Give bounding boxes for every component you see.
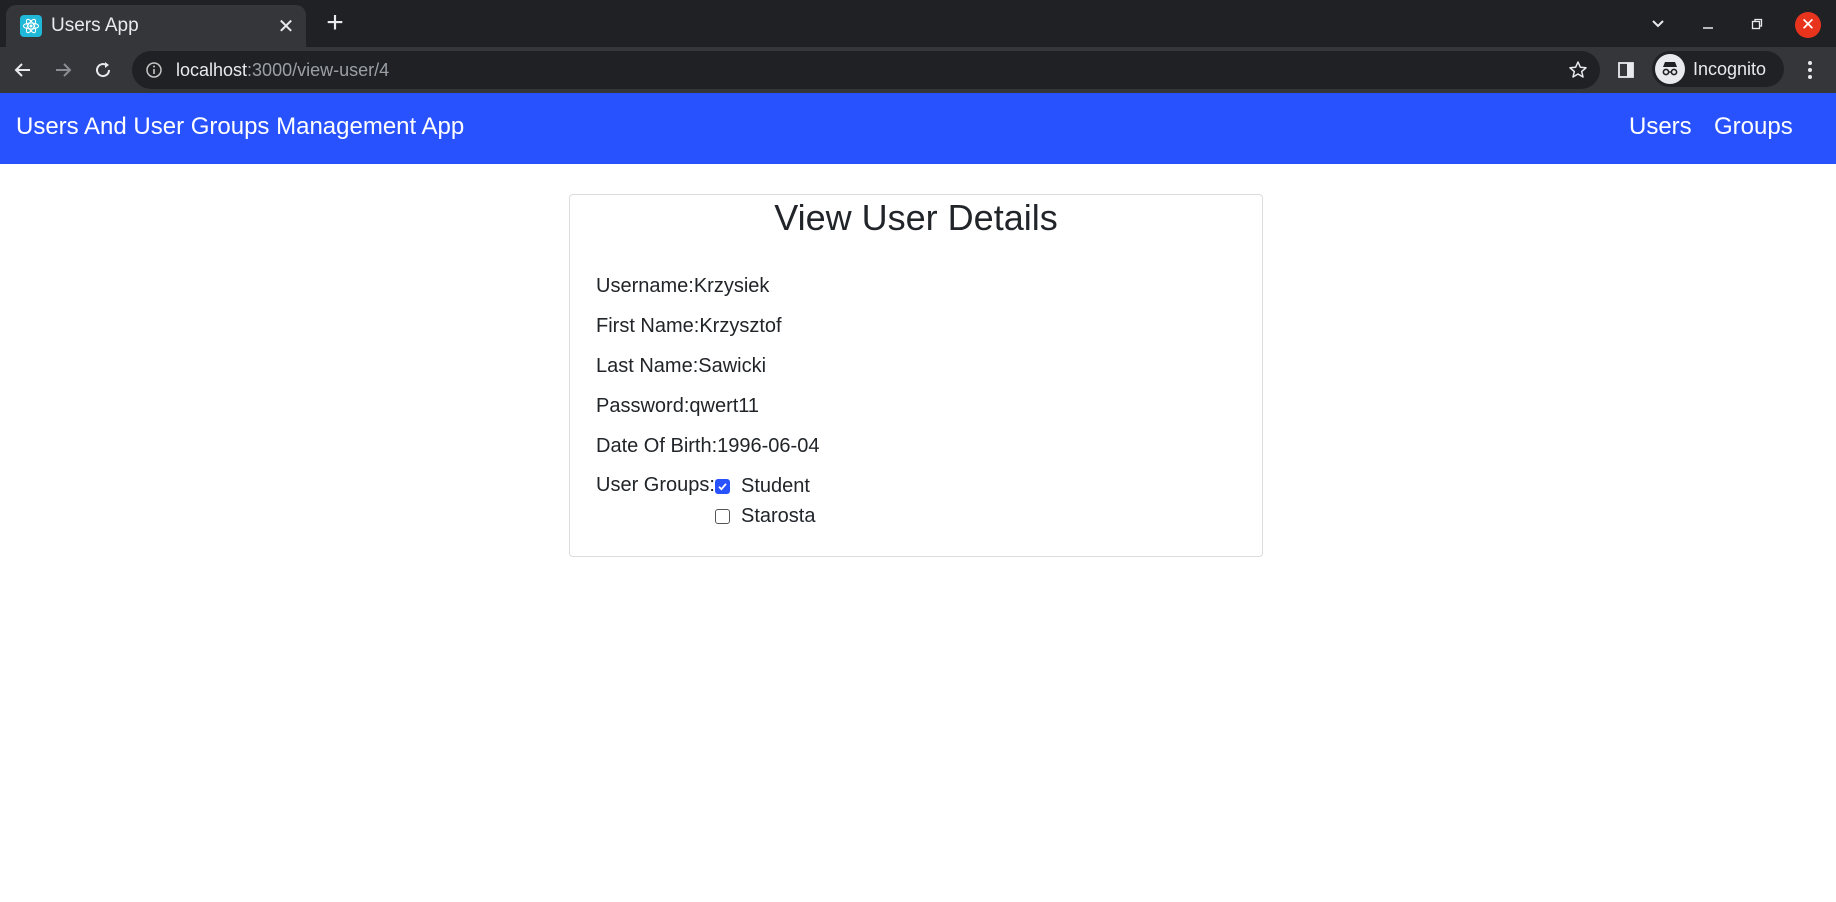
react-icon	[20, 15, 42, 37]
bookmark-star-icon[interactable]	[1566, 58, 1590, 82]
side-panel-icon[interactable]	[1614, 58, 1638, 82]
tab-title: Users App	[51, 15, 139, 36]
site-info-icon[interactable]	[144, 60, 164, 80]
starosta-checkbox[interactable]	[715, 508, 730, 524]
date-of-birth-label: Date Of Birth:	[596, 435, 718, 457]
username-label: Username:	[596, 275, 694, 297]
address-bar[interactable]: localhost:3000/view-user/4	[132, 51, 1600, 89]
password-label: Password:	[596, 395, 690, 417]
app-brand-link[interactable]: Users And User Groups Management App	[16, 113, 464, 141]
tab-close-icon[interactable]: ✕	[272, 12, 300, 40]
tab-search-icon[interactable]	[1645, 11, 1671, 37]
app-navbar: Users And User Groups Management App Use…	[0, 93, 1836, 164]
group-option-starosta: Starosta	[715, 503, 815, 529]
last-name-label: Last Name:	[596, 355, 699, 377]
restore-icon[interactable]	[1744, 11, 1770, 37]
browser-menu-icon[interactable]	[1797, 57, 1823, 83]
date-of-birth-value: 1996-06-04	[717, 435, 820, 457]
browser-tab[interactable]: Users App ✕	[6, 5, 306, 47]
username-row: Username:Krzysiek	[596, 275, 769, 298]
window-close-icon[interactable]: ✕	[1795, 12, 1821, 38]
student-checkbox[interactable]	[715, 478, 730, 494]
url-path: :3000/view-user/4	[247, 59, 390, 80]
first-name-value: Krzysztof	[699, 315, 782, 337]
password-value: qwert11	[689, 395, 760, 417]
user-details-card: View User Details Username:Krzysiek Firs…	[569, 194, 1263, 557]
date-of-birth-row: Date Of Birth:1996-06-04	[596, 435, 819, 458]
last-name-value: Sawicki	[698, 355, 767, 377]
url-text: localhost:3000/view-user/4	[176, 60, 1566, 81]
page-title: View User Details	[774, 197, 1058, 238]
reload-icon[interactable]	[88, 55, 118, 85]
last-name-row: Last Name:Sawicki	[596, 355, 766, 378]
group-name: Starosta	[741, 504, 816, 527]
incognito-profile-button[interactable]: Incognito	[1652, 51, 1784, 87]
username-value: Krzysiek	[693, 275, 770, 297]
incognito-icon	[1655, 54, 1685, 84]
user-groups-label: User Groups:	[596, 474, 715, 496]
first-name-row: First Name:Krzysztof	[596, 315, 782, 338]
url-host: localhost	[176, 59, 248, 80]
group-option-student: Student	[715, 473, 810, 499]
nav-link-groups[interactable]: Groups	[1714, 113, 1793, 141]
nav-link-users[interactable]: Users	[1629, 113, 1692, 141]
browser-toolbar: localhost:3000/view-user/4 Incognito	[0, 47, 1836, 93]
first-name-label: First Name:	[596, 315, 700, 337]
back-arrow-icon[interactable]	[8, 55, 38, 85]
minimize-icon[interactable]	[1695, 11, 1721, 37]
forward-arrow-icon[interactable]	[48, 55, 78, 85]
incognito-label: Incognito	[1693, 58, 1767, 79]
group-name: Student	[741, 474, 810, 497]
new-tab-icon[interactable]: +	[320, 8, 350, 39]
browser-tab-strip: Users App ✕ + ✕	[0, 0, 1836, 47]
password-row: Password:qwert11	[596, 395, 759, 418]
